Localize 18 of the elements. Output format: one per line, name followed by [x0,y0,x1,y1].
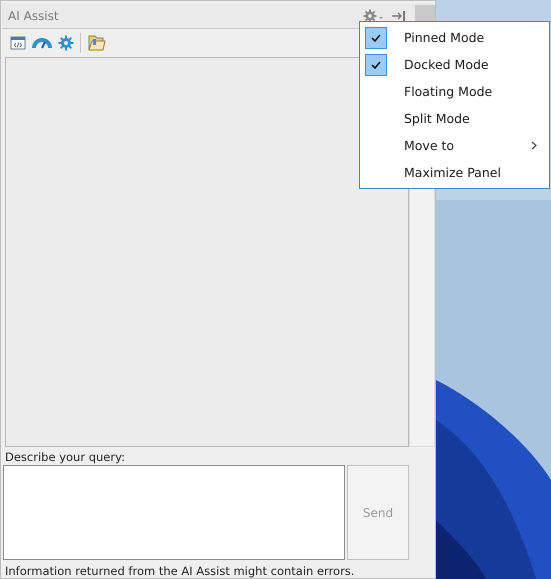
menu-item[interactable]: Split Mode [362,105,547,132]
menu-item[interactable]: Floating Mode [362,78,547,105]
menu-item[interactable]: Docked Mode [362,51,547,78]
chevron-right-icon [531,141,537,150]
menu-item[interactable]: Move to [362,132,547,159]
query-label: Describe your query: [4,449,126,465]
settings-icon[interactable] [58,35,74,51]
code-window-icon[interactable] [10,35,26,51]
check-icon [371,60,381,68]
check-icon [371,34,381,42]
pin-icon[interactable] [391,10,407,22]
gauge-icon[interactable] [32,36,52,50]
query-field[interactable] [3,465,345,560]
panel-title: AI Assist [8,8,60,22]
menu-item[interactable]: Maximize Panel [362,159,547,186]
folder-icon[interactable] [87,34,107,52]
menu-item[interactable]: Pinned Mode [362,24,547,51]
disclaimer-text: Information returned from the AI Assist might contain errors. [4,563,356,578]
